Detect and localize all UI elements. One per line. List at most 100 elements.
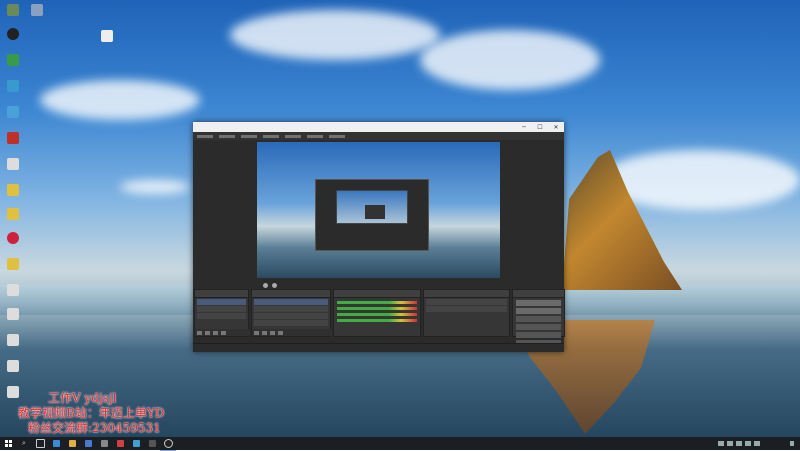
replay-buffer-button[interactable] <box>516 316 561 322</box>
desktop-icon[interactable] <box>4 334 22 351</box>
settings-button[interactable] <box>516 332 561 338</box>
desktop-icon[interactable] <box>4 106 22 123</box>
dock-toolbar <box>252 329 333 336</box>
remove-icon[interactable] <box>262 330 268 335</box>
desktop-icon[interactable] <box>28 4 46 21</box>
source-item[interactable] <box>254 299 329 305</box>
menu-item[interactable] <box>219 134 235 138</box>
desktop-icon[interactable] <box>4 80 22 97</box>
desktop-icon[interactable] <box>4 132 22 149</box>
desktop-icon[interactable] <box>4 184 22 201</box>
menu-item[interactable] <box>307 134 323 138</box>
nested-preview <box>336 190 408 224</box>
watermark-line: 教学视频B站：年迈上单YD <box>18 406 165 420</box>
desktop-icon[interactable] <box>4 208 22 225</box>
desktop-icon[interactable] <box>4 308 22 325</box>
search-button[interactable]: ⌕ <box>16 437 32 450</box>
dock-header <box>423 290 510 298</box>
folder-icon <box>68 440 76 447</box>
remove-icon[interactable] <box>205 330 210 335</box>
gear-icon[interactable] <box>270 330 276 335</box>
up-icon[interactable] <box>278 330 284 335</box>
desktop-icon[interactable] <box>4 158 22 175</box>
add-icon[interactable] <box>197 330 202 335</box>
app-icon <box>132 440 140 447</box>
volume-icon[interactable] <box>745 441 751 446</box>
desktop-icon[interactable] <box>4 360 22 377</box>
menu-item[interactable] <box>263 134 279 138</box>
recording-button[interactable] <box>516 308 561 314</box>
minimize-button[interactable]: ─ <box>516 124 532 131</box>
taskbar-app-obs[interactable] <box>160 437 176 451</box>
source-item[interactable] <box>254 313 329 319</box>
notification-icon[interactable] <box>790 441 794 446</box>
windows-logo-icon <box>4 440 12 447</box>
desktop-icon[interactable] <box>4 28 22 45</box>
maximize-button[interactable]: ☐ <box>532 124 548 131</box>
taskbar-app[interactable] <box>112 437 128 450</box>
desktop-icon[interactable] <box>4 232 22 249</box>
menu-item[interactable] <box>329 134 345 138</box>
taskbar-app[interactable] <box>144 437 160 450</box>
system-tray <box>718 441 800 446</box>
start-button[interactable] <box>0 437 16 450</box>
audio-meter <box>337 319 417 322</box>
lock-icon[interactable] <box>272 282 277 288</box>
tray-icon[interactable] <box>727 441 733 446</box>
obs-docks <box>193 289 566 346</box>
duration-field[interactable] <box>425 306 508 312</box>
source-item[interactable] <box>254 306 329 312</box>
preview-controls <box>263 282 303 288</box>
menu-item[interactable] <box>241 134 257 138</box>
studio-mode-button[interactable] <box>516 324 561 330</box>
obs-statusbar <box>193 343 564 352</box>
taskbar-app[interactable] <box>128 437 144 450</box>
cloud <box>420 30 600 90</box>
desktop-icon[interactable] <box>4 4 22 21</box>
audio-meter <box>337 301 417 304</box>
desktop-icon[interactable] <box>4 258 22 275</box>
scene-item[interactable] <box>197 313 247 319</box>
desktop-icon[interactable] <box>4 386 22 403</box>
taskbar-app[interactable] <box>48 437 64 450</box>
watermark-line: 粉丝交流群:230459531 <box>28 421 161 435</box>
edge-icon <box>52 440 60 447</box>
record-indicator-icon[interactable] <box>263 282 268 288</box>
transition-select[interactable] <box>425 299 508 305</box>
dock-toolbar <box>195 329 251 336</box>
dock-header <box>252 290 331 298</box>
down-icon[interactable] <box>221 330 226 335</box>
add-icon[interactable] <box>254 330 260 335</box>
app-icon <box>148 440 156 447</box>
obs-titlebar[interactable]: ─ ☐ ✕ <box>193 122 564 132</box>
cloud <box>120 180 190 194</box>
desktop-icon[interactable] <box>98 30 116 47</box>
desktop-icon[interactable] <box>4 54 22 71</box>
obs-menubar <box>193 132 564 140</box>
app-icon <box>100 440 108 447</box>
audio-mixer-dock <box>333 289 421 337</box>
tray-icon[interactable] <box>718 441 724 446</box>
dock-header <box>334 290 420 298</box>
menu-item[interactable] <box>197 134 213 138</box>
obs-preview[interactable] <box>257 142 500 278</box>
window-title <box>197 126 516 129</box>
taskbar-app[interactable] <box>96 437 112 450</box>
streaming-button[interactable] <box>516 300 561 306</box>
scene-item[interactable] <box>197 299 247 305</box>
taskbar: ⌕ <box>0 437 800 451</box>
desktop-icon[interactable] <box>4 284 22 301</box>
scene-item[interactable] <box>197 306 247 312</box>
task-view-button[interactable] <box>32 437 48 450</box>
app-icon <box>116 440 124 447</box>
menu-item[interactable] <box>285 134 301 138</box>
close-button[interactable]: ✕ <box>548 124 564 131</box>
up-icon[interactable] <box>213 330 218 335</box>
nested-obs-window <box>365 205 385 219</box>
network-icon[interactable] <box>736 441 742 446</box>
source-item[interactable] <box>254 320 329 326</box>
taskbar-app[interactable] <box>80 437 96 450</box>
taskbar-app[interactable] <box>64 437 80 450</box>
obs-window[interactable]: ─ ☐ ✕ <box>193 122 566 352</box>
input-method-icon[interactable] <box>754 441 760 446</box>
